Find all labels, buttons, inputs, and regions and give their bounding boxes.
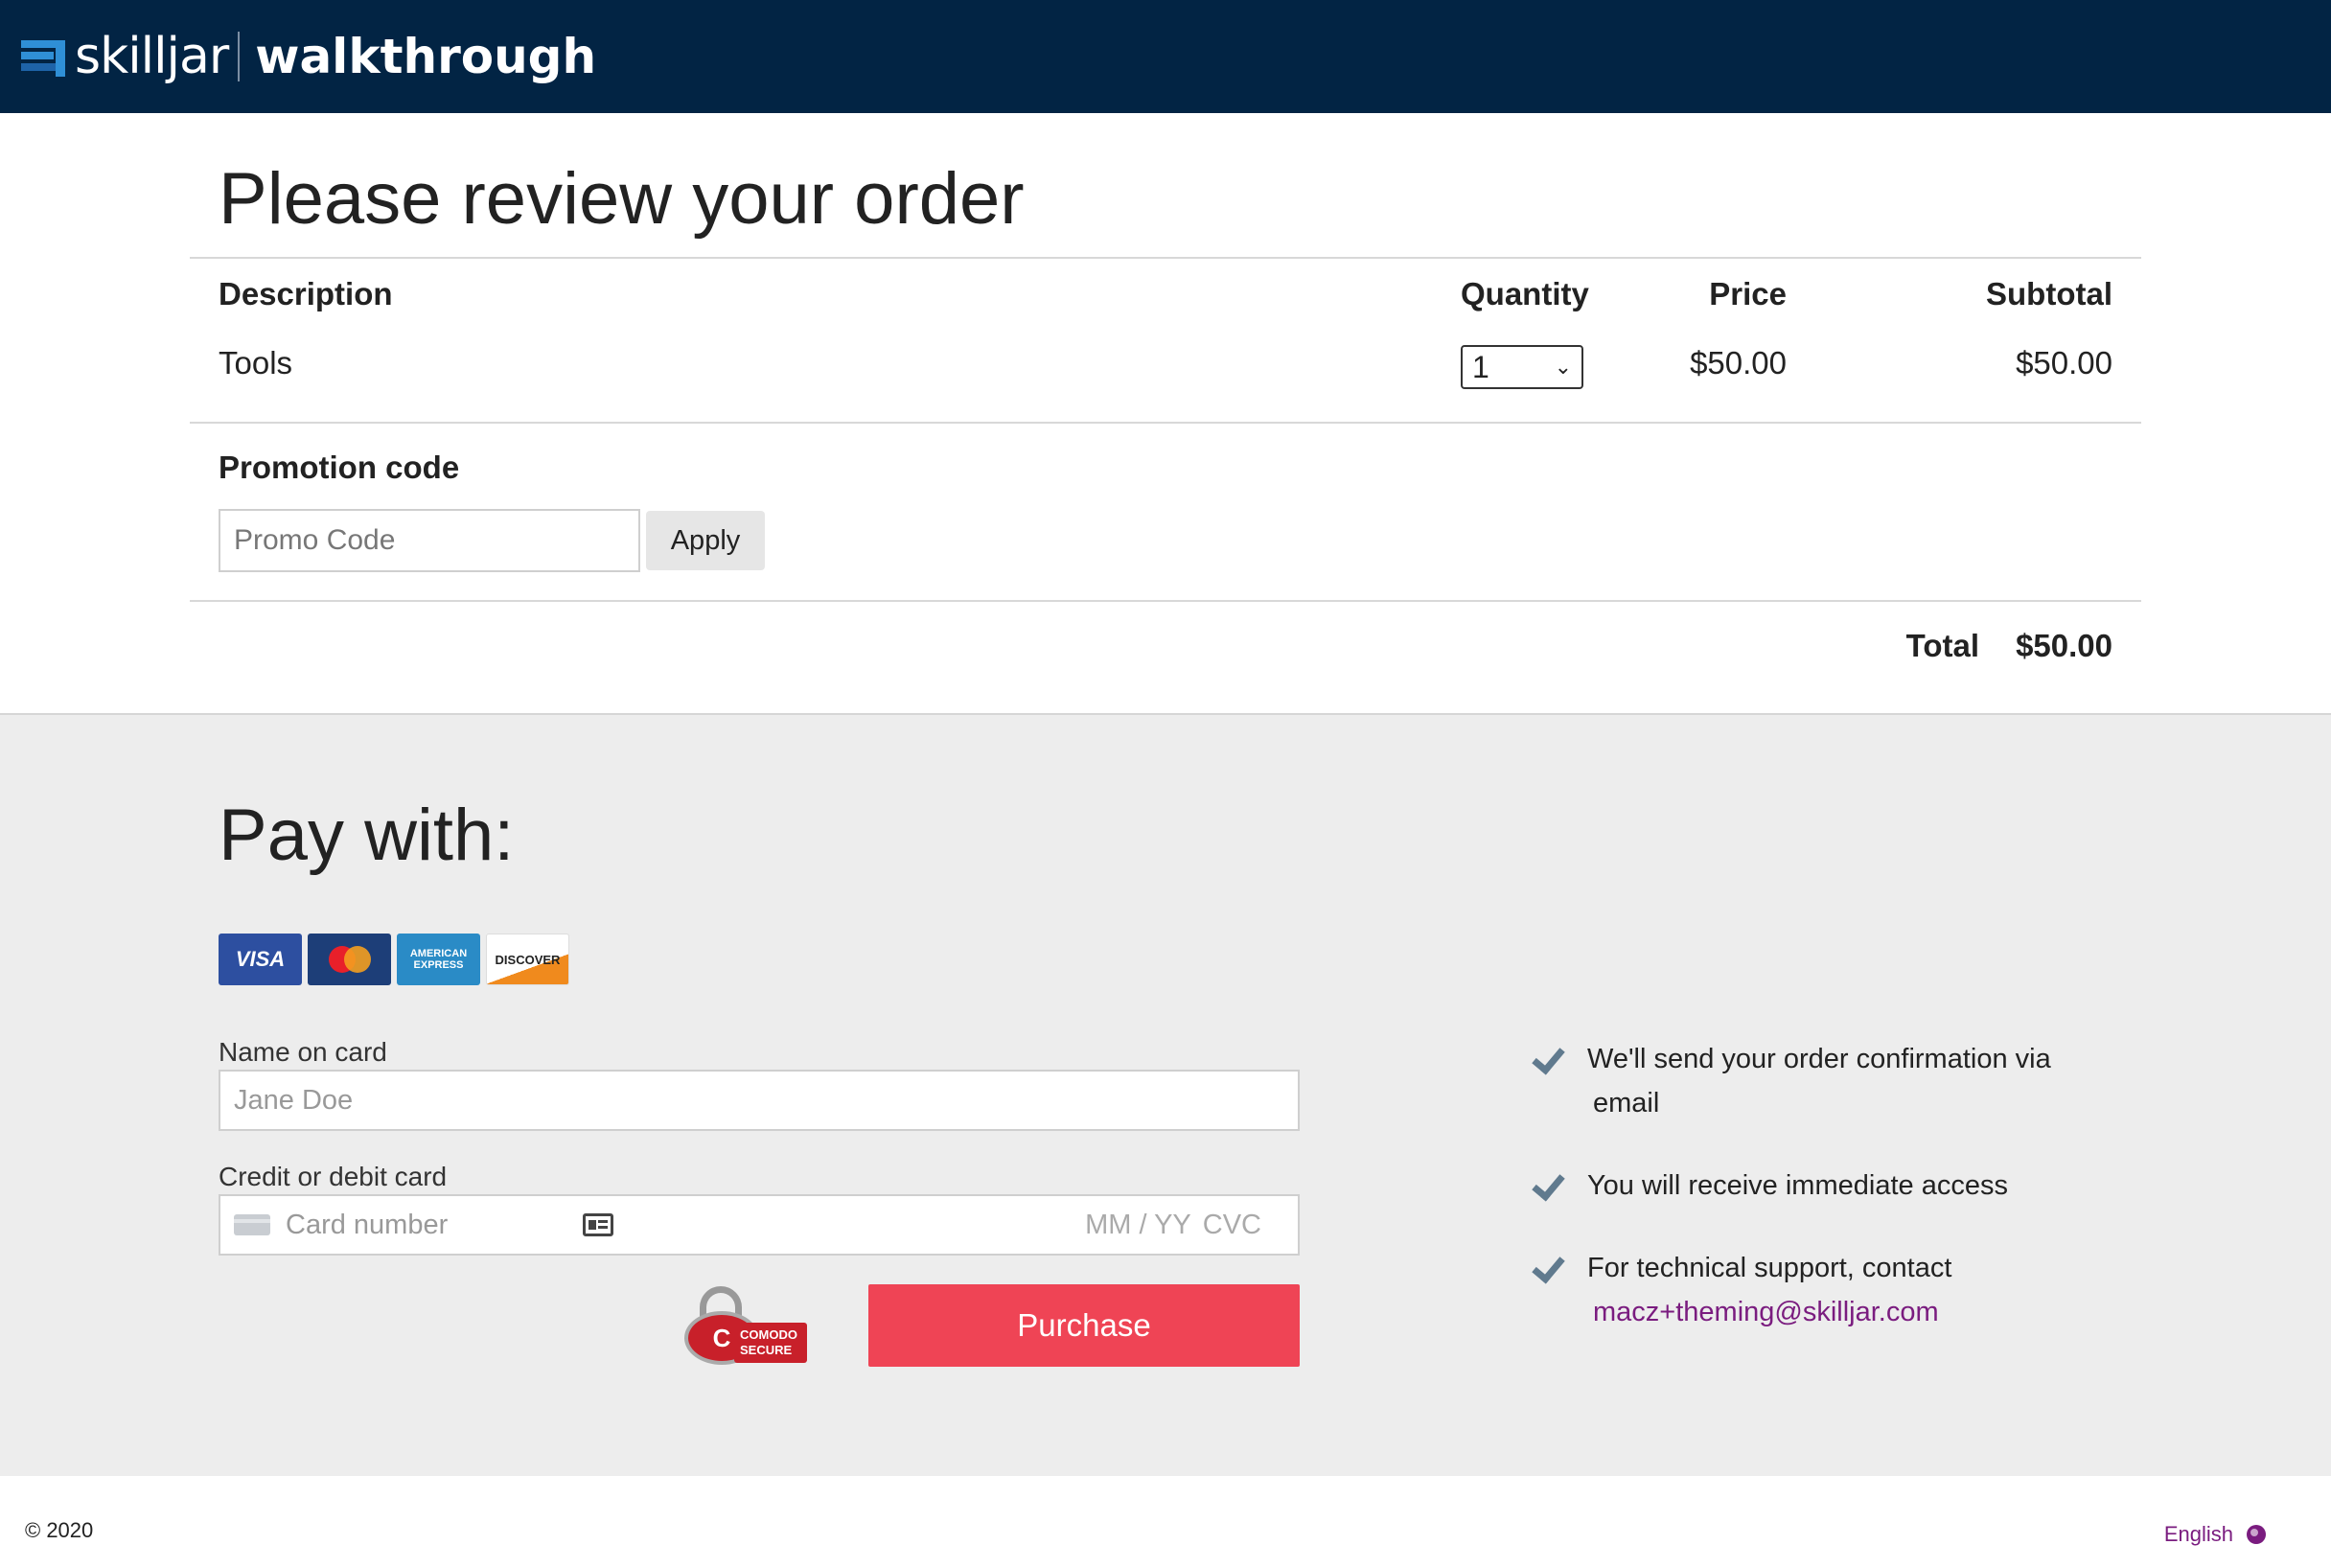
amex-card-icon: AMERICAN EXPRESS bbox=[397, 934, 480, 985]
promotion-row: Promo Code Apply bbox=[219, 504, 2112, 577]
checkmark-icon bbox=[1532, 1037, 1570, 1081]
order-table: Description Quantity Price Subtotal Tool… bbox=[190, 259, 2141, 397]
id-card-icon bbox=[583, 1213, 613, 1236]
chevron-down-icon: ⌄ bbox=[1554, 355, 1572, 379]
confirmation-text-cont: email bbox=[1593, 1088, 1660, 1118]
quantity-cell: 1 ⌄ bbox=[1461, 337, 1624, 389]
checkmark-icon bbox=[1532, 1246, 1570, 1290]
table-header: Description Quantity Price Subtotal bbox=[219, 259, 2112, 330]
logo-divider bbox=[238, 32, 241, 81]
copyright: © 2020 bbox=[25, 1518, 94, 1542]
pay-title: Pay with: bbox=[219, 795, 515, 876]
table-row: Tools 1 ⌄ $50.00 $50.00 bbox=[219, 330, 2112, 397]
support-text: For technical support, contact bbox=[1587, 1253, 1952, 1283]
total-label: Total bbox=[1905, 628, 1980, 663]
visa-card-icon: VISA bbox=[219, 934, 302, 985]
name-on-card-label: Name on card bbox=[219, 1037, 387, 1067]
card-details-input[interactable]: Card number MM / YY CVC bbox=[219, 1194, 1300, 1256]
quantity-value: 1 bbox=[1472, 349, 1489, 384]
card-number-field[interactable]: Card number bbox=[286, 1210, 583, 1241]
brand-name: skilljar bbox=[75, 28, 229, 85]
footer: © 2020 English bbox=[0, 1476, 2331, 1556]
access-text: You will receive immediate access bbox=[1587, 1170, 2008, 1201]
page-title: Please review your order bbox=[219, 158, 1025, 240]
promo-code-input[interactable]: Promo Code bbox=[219, 509, 640, 572]
apply-button[interactable]: Apply bbox=[646, 511, 765, 570]
promotion-section: Promotion code Promo Code Apply bbox=[190, 431, 2141, 577]
brand-subtitle: walkthrough bbox=[255, 29, 597, 84]
column-header-quantity: Quantity bbox=[1461, 276, 1589, 311]
list-item: You will receive immediate access bbox=[1532, 1164, 2107, 1208]
item-description: Tools bbox=[219, 345, 293, 380]
divider bbox=[190, 422, 2141, 424]
language-selector[interactable]: English bbox=[2164, 1522, 2266, 1547]
mastercard-card-icon bbox=[308, 934, 391, 985]
support-email-link[interactable]: macz+theming@skilljar.com bbox=[1587, 1290, 1951, 1334]
discover-card-icon: DISCOVER bbox=[486, 934, 569, 985]
globe-icon bbox=[2247, 1525, 2266, 1544]
skilljar-logo-icon bbox=[21, 35, 65, 79]
card-label: Credit or debit card bbox=[219, 1162, 448, 1191]
benefit-text: For technical support, contact macz+them… bbox=[1587, 1246, 1951, 1334]
list-item: We'll send your order confirmation via e… bbox=[1532, 1037, 2107, 1125]
promotion-label: Promotion code bbox=[219, 450, 460, 485]
secure-badge-text: COMODO SECURE bbox=[734, 1323, 807, 1363]
purchase-button[interactable]: Purchase bbox=[868, 1284, 1300, 1367]
total-value: $50.00 bbox=[2016, 628, 2112, 663]
name-on-card-input[interactable]: Jane Doe bbox=[219, 1070, 1300, 1131]
confirmation-text: We'll send your order confirmation via bbox=[1587, 1044, 2051, 1074]
comodo-secure-badge[interactable]: C COMODO SECURE bbox=[684, 1286, 807, 1365]
item-price: $50.00 bbox=[1690, 345, 1787, 380]
benefits-list: We'll send your order confirmation via e… bbox=[1532, 1037, 2107, 1372]
credit-card-icon bbox=[234, 1214, 270, 1235]
total-row: Total $50.00 bbox=[190, 602, 2141, 713]
column-header-subtotal: Subtotal bbox=[1986, 276, 2112, 311]
skilljar-logo[interactable]: skilljar walkthrough bbox=[21, 28, 596, 85]
list-item: For technical support, contact macz+them… bbox=[1532, 1246, 2107, 1334]
top-bar: skilljar walkthrough bbox=[0, 0, 2331, 113]
expiry-field[interactable]: MM / YY bbox=[1085, 1210, 1191, 1241]
item-subtotal: $50.00 bbox=[2016, 345, 2112, 380]
language-label: English bbox=[2163, 1522, 2233, 1546]
cvc-field[interactable]: CVC bbox=[1203, 1210, 1261, 1241]
order-review: Please review your order Description Qua… bbox=[0, 142, 2331, 713]
column-header-description: Description bbox=[219, 276, 393, 311]
quantity-select[interactable]: 1 ⌄ bbox=[1461, 345, 1583, 389]
accepted-cards: VISA AMERICAN EXPRESS DISCOVER bbox=[219, 934, 569, 985]
payment-section: Pay with: VISA AMERICAN EXPRESS DISCOVER… bbox=[0, 713, 2331, 1476]
benefit-text: We'll send your order confirmation via e… bbox=[1587, 1037, 2051, 1125]
checkmark-icon bbox=[1532, 1164, 1570, 1208]
column-header-price: Price bbox=[1709, 276, 1787, 311]
